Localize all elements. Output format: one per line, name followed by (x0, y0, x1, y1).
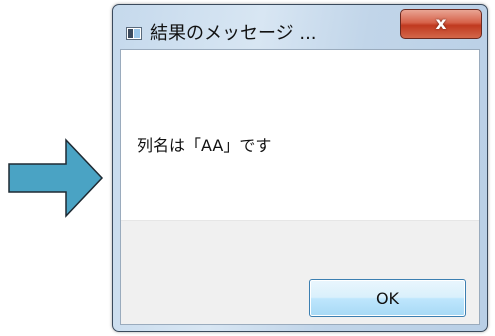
ok-button-label: OK (375, 288, 400, 308)
window-app-icon (126, 27, 142, 40)
message-dialog-window: 結果のメッセージ ... x 列名は「AA」です OK (112, 4, 488, 332)
dialog-button-bar: OK (121, 220, 479, 324)
close-icon: x (435, 14, 447, 34)
dialog-content-area: 列名は「AA」です OK (120, 49, 480, 325)
message-text: 列名は「AA」です (137, 136, 272, 155)
close-button[interactable]: x (400, 9, 482, 39)
screen: 結果のメッセージ ... x 列名は「AA」です OK (0, 0, 495, 336)
window-title: 結果のメッセージ ... (150, 23, 317, 44)
ok-button[interactable]: OK (309, 279, 466, 317)
right-arrow-icon (8, 138, 104, 218)
